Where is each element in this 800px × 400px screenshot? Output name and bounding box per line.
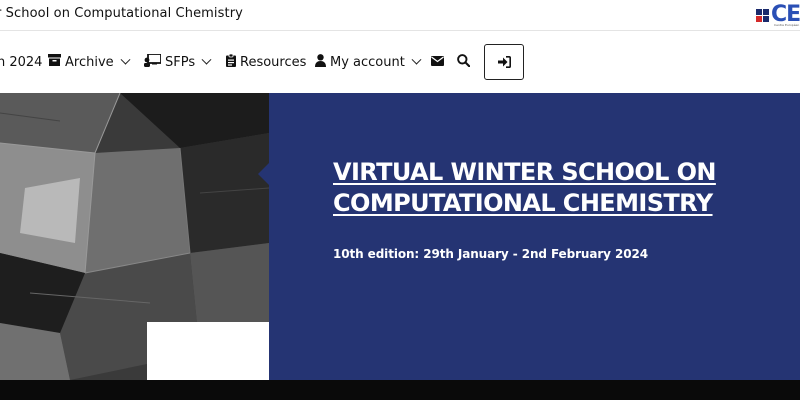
nav-item-current-edition[interactable]: n 2024 bbox=[0, 53, 42, 71]
hero-panel: VIRTUAL WINTER SCHOOL ON COMPUTATIONAL C… bbox=[269, 93, 800, 380]
nav-item-label: SFPs bbox=[165, 54, 196, 70]
logo-subtext: Centre Européen bbox=[774, 23, 800, 27]
chevron-down-icon bbox=[411, 54, 422, 65]
hero-subtitle: 10th edition: 29th January - 2nd Februar… bbox=[333, 247, 648, 261]
hero-banner: VIRTUAL WINTER SCHOOL ON COMPUTATIONAL C… bbox=[0, 93, 800, 380]
chevron-down-icon bbox=[120, 54, 131, 65]
nav-item-sfps[interactable]: SFPs bbox=[144, 52, 212, 71]
nav-item-archive[interactable]: Archive bbox=[48, 53, 131, 71]
nav-item-label: My account bbox=[330, 54, 405, 70]
main-nav: n 2024 Archive SFPs Resources My account bbox=[0, 32, 800, 92]
sign-in-icon bbox=[497, 53, 511, 72]
search-icon bbox=[457, 53, 471, 71]
hero-white-block bbox=[147, 322, 269, 380]
page: r School on Computational Chemistry CE C… bbox=[0, 0, 800, 400]
nav-item-resources[interactable]: Resources bbox=[226, 53, 306, 71]
login-button[interactable] bbox=[484, 44, 524, 80]
nav-item-label: Resources bbox=[240, 54, 307, 70]
contact-link[interactable] bbox=[431, 53, 444, 71]
user-icon bbox=[315, 53, 326, 71]
top-bar: r School on Computational Chemistry CE C… bbox=[0, 0, 800, 31]
nav-item-label: Archive bbox=[65, 54, 114, 70]
search-button[interactable] bbox=[457, 53, 471, 71]
site-logo[interactable]: CE Centre Européen bbox=[756, 2, 800, 28]
hero-notch bbox=[258, 163, 269, 185]
bottom-strip bbox=[0, 380, 800, 400]
envelope-icon bbox=[431, 55, 444, 70]
chalkboard-teacher-icon bbox=[144, 52, 162, 71]
clipboard-icon bbox=[226, 53, 236, 71]
chevron-down-icon bbox=[201, 54, 212, 65]
archive-icon bbox=[48, 54, 61, 70]
site-title[interactable]: r School on Computational Chemistry bbox=[0, 6, 243, 21]
cecam-logo-icon bbox=[756, 8, 769, 22]
nav-item-my-account[interactable]: My account bbox=[315, 53, 422, 71]
hero-title-link[interactable]: VIRTUAL WINTER SCHOOL ON COMPUTATIONAL C… bbox=[333, 157, 800, 219]
nav-item-label: n 2024 bbox=[0, 54, 43, 70]
